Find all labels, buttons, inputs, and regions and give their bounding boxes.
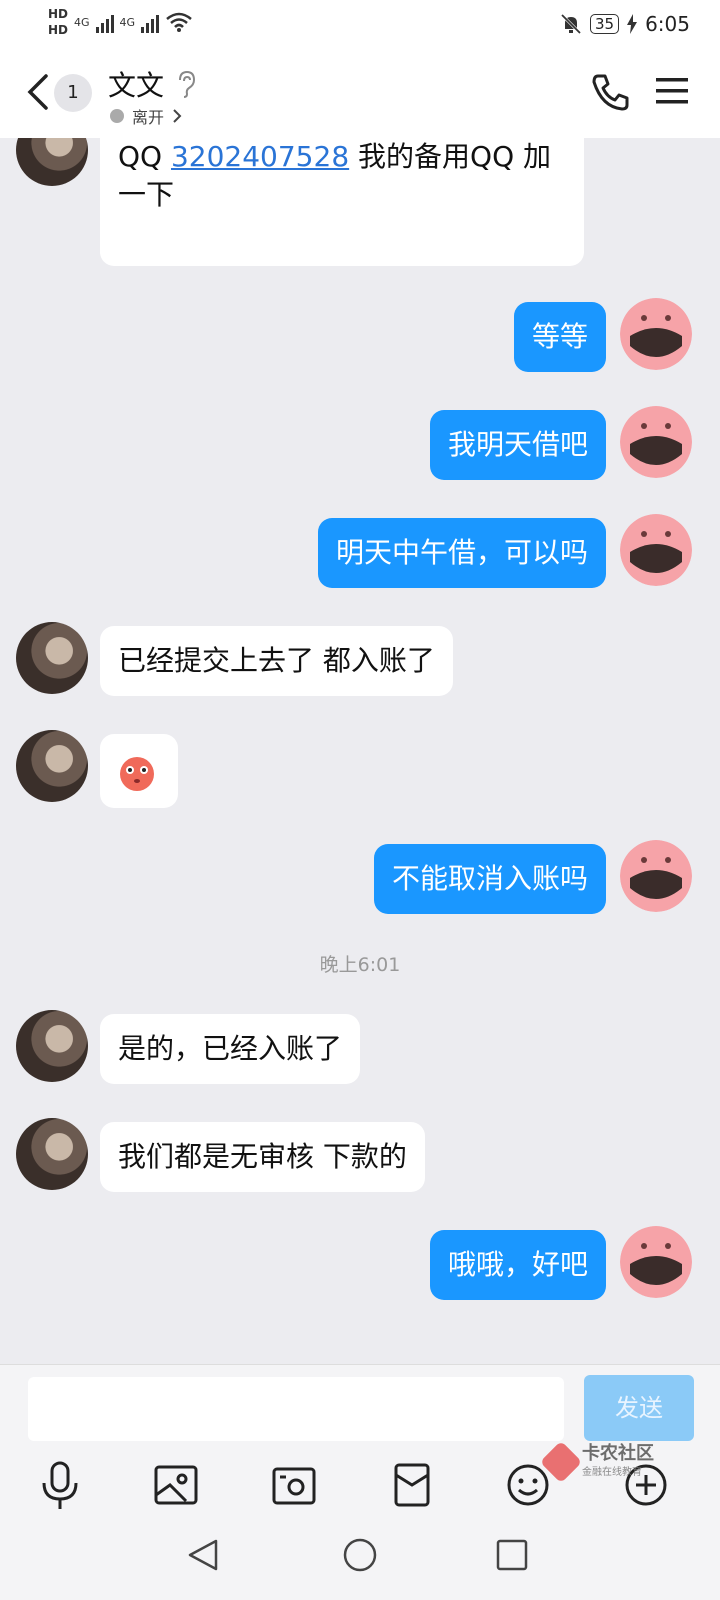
contact-avatar[interactable] xyxy=(16,1010,88,1082)
masked-face-avatar-icon xyxy=(620,1226,692,1298)
contact-avatar[interactable] xyxy=(16,622,88,694)
watermark-subtitle: 金融在线教育 xyxy=(582,1467,642,1478)
back-arrow-icon[interactable] xyxy=(24,72,50,112)
menu-icon[interactable] xyxy=(654,76,690,106)
masked-face-avatar-icon xyxy=(620,840,692,912)
masked-face-avatar-icon xyxy=(620,406,692,478)
message-bubble-incoming[interactable]: 我们都是无审核 下款的 xyxy=(100,1122,425,1192)
masked-face-avatar-icon xyxy=(620,298,692,370)
send-button[interactable]: 发送 xyxy=(584,1375,694,1441)
my-avatar[interactable] xyxy=(620,1226,692,1298)
my-avatar[interactable] xyxy=(620,406,692,478)
message-bubble-incoming[interactable]: 是的，已经入账了 xyxy=(100,1014,361,1084)
network-type-2: 4G xyxy=(119,15,136,29)
away-clock-icon xyxy=(110,109,124,123)
hd-label-2: HD xyxy=(48,23,69,37)
charging-icon xyxy=(627,14,638,34)
contact-name[interactable]: 文文 xyxy=(108,64,164,104)
battery-level: 35 xyxy=(589,14,620,34)
wifi-icon xyxy=(166,12,192,32)
message-bubble-outgoing[interactable]: 我明天借吧 xyxy=(429,410,606,480)
my-avatar[interactable] xyxy=(620,514,692,586)
qq-label: QQ xyxy=(118,140,163,173)
message-text: 一下 xyxy=(118,178,175,211)
contact-avatar[interactable] xyxy=(16,730,88,802)
message-list[interactable]: QQ 3202407528 我的备用QQ 加 一下 等等 我明天借吧 明天中午借… xyxy=(0,138,720,1364)
contact-avatar[interactable] xyxy=(16,138,88,186)
message-bubble-incoming[interactable] xyxy=(100,734,178,808)
message-bubble-outgoing[interactable]: 等等 xyxy=(513,302,606,372)
message-timestamp: 晚上6:01 xyxy=(319,954,401,976)
mic-icon[interactable] xyxy=(30,1455,90,1515)
clock: 6:05 xyxy=(645,12,690,36)
phone-call-icon[interactable] xyxy=(590,72,630,112)
composer: 发送 卡农社区 金融在线教育 xyxy=(0,1364,720,1600)
my-avatar[interactable] xyxy=(620,840,692,912)
image-icon[interactable] xyxy=(146,1455,206,1515)
network-type-1: 4G xyxy=(74,15,90,29)
hd-indicator: HD HD xyxy=(48,6,68,38)
message-bubble-incoming[interactable]: 已经提交上去了 都入账了 xyxy=(100,626,453,696)
hd-label-1: HD xyxy=(48,7,69,21)
status-bar: HD HD 4G 4G 35 6:05 xyxy=(0,0,720,50)
message-bubble-outgoing[interactable]: 不能取消入账吗 xyxy=(373,844,606,914)
mute-bell-icon xyxy=(560,13,582,35)
ear-icon xyxy=(179,70,196,98)
nav-recents-icon[interactable] xyxy=(496,1539,528,1571)
presence-status[interactable]: 离开 xyxy=(110,104,182,128)
message-input[interactable] xyxy=(28,1377,564,1441)
qq-number-link[interactable]: 3202407528 xyxy=(171,140,349,173)
unread-badge[interactable]: 1 xyxy=(54,74,92,112)
watermark-title: 卡农社区 xyxy=(582,1443,654,1464)
watermark-logo-icon xyxy=(539,1440,583,1483)
blushing-face-emoji-icon xyxy=(120,757,154,791)
camera-icon[interactable] xyxy=(264,1455,324,1515)
masked-face-avatar-icon xyxy=(620,514,692,586)
message-bubble-incoming[interactable]: QQ 3202407528 我的备用QQ 加 一下 xyxy=(100,138,584,266)
message-text: 我的备用QQ 加 xyxy=(358,140,552,173)
presence-label: 离开 xyxy=(132,108,165,127)
chat-header: 1 文文 离开 xyxy=(0,50,720,138)
nav-back-icon[interactable] xyxy=(186,1537,220,1573)
red-packet-icon[interactable] xyxy=(382,1455,442,1515)
contact-avatar[interactable] xyxy=(16,1118,88,1190)
my-avatar[interactable] xyxy=(620,298,692,370)
watermark: 卡农社区 金融在线教育 xyxy=(539,1440,654,1483)
message-bubble-outgoing[interactable]: 明天中午借，可以吗 xyxy=(317,518,606,588)
signal-icon-1 xyxy=(95,11,114,33)
system-nav-bar xyxy=(0,1523,720,1600)
signal-icon-2 xyxy=(141,11,160,33)
message-bubble-outgoing[interactable]: 哦哦，好吧 xyxy=(429,1230,606,1300)
nav-home-icon[interactable] xyxy=(342,1537,378,1573)
chevron-right-icon xyxy=(173,109,182,123)
